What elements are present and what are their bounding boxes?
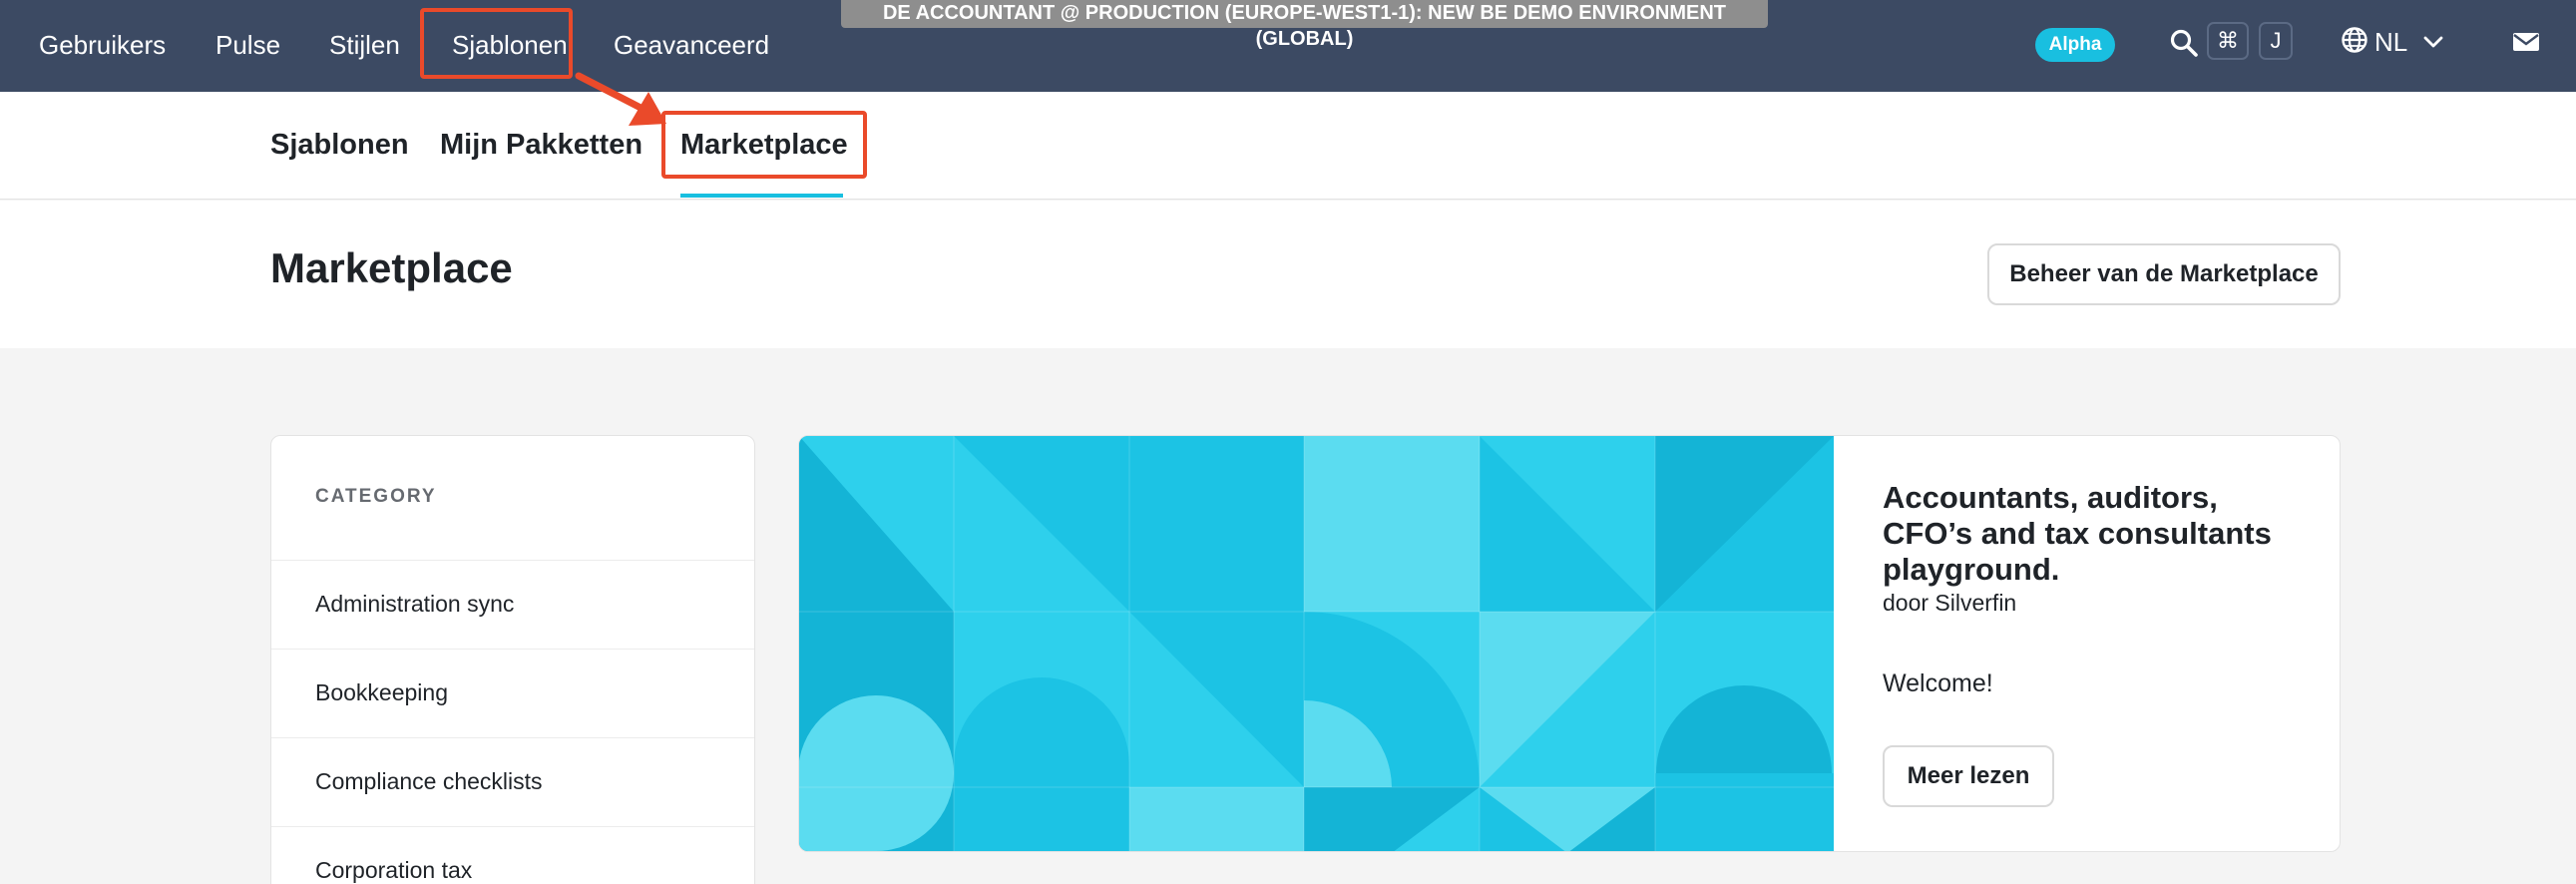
category-item-label: Bookkeeping xyxy=(315,679,448,705)
category-item-corporation-tax[interactable]: Corporation tax xyxy=(271,826,754,884)
category-item-bookkeeping[interactable]: Bookkeeping xyxy=(271,649,754,737)
tab-sjablonen[interactable]: Sjablonen xyxy=(270,92,409,198)
active-tab-indicator xyxy=(680,194,843,198)
top-navigation: Gebruikers Pulse Stijlen Sjablonen Geava… xyxy=(0,0,2576,92)
category-item-label: Administration sync xyxy=(315,591,515,617)
category-item-administration-sync[interactable]: Administration sync xyxy=(271,560,754,649)
alpha-badge: Alpha xyxy=(2035,28,2115,62)
nav-item-gebruikers[interactable]: Gebruikers xyxy=(39,0,166,92)
highlight-box-sjablonen xyxy=(420,8,573,79)
chevron-down-icon[interactable] xyxy=(2422,31,2444,53)
shortcut-key-j: J xyxy=(2259,22,2293,60)
nav-item-pulse[interactable]: Pulse xyxy=(215,0,280,92)
category-item-label: Corporation tax xyxy=(315,857,473,883)
mail-icon[interactable] xyxy=(2512,30,2540,54)
feature-author: door Silverfin xyxy=(1883,590,2017,616)
language-selector[interactable]: NL xyxy=(2374,0,2407,84)
feature-description: Welcome! xyxy=(1883,669,1993,697)
category-item-label: Compliance checklists xyxy=(315,768,543,794)
feature-banner-pattern xyxy=(799,436,1834,851)
featured-package-card[interactable]: Accountants, auditors, CFO’s and tax con… xyxy=(798,435,2341,852)
page-title: Marketplace xyxy=(270,244,513,291)
arrow-icon xyxy=(575,72,666,126)
globe-icon[interactable] xyxy=(2341,26,2368,54)
category-heading: CATEGORY xyxy=(315,486,437,507)
environment-banner: DE ACCOUNTANT @ PRODUCTION (EUROPE-WEST1… xyxy=(841,0,1768,50)
read-more-button[interactable]: Meer lezen xyxy=(1883,745,2054,807)
shortcut-key-command: ⌘ xyxy=(2207,22,2249,60)
manage-marketplace-button[interactable]: Beheer van de Marketplace xyxy=(1987,243,2341,305)
feature-title: Accountants, auditors, CFO’s and tax con… xyxy=(1883,480,2272,587)
category-item-compliance-checklists[interactable]: Compliance checklists xyxy=(271,737,754,826)
sub-navigation: Sjablonen Mijn Pakketten Marketplace xyxy=(0,92,2576,200)
highlight-box-marketplace xyxy=(661,111,867,179)
category-sidebar: CATEGORY Administration sync Bookkeeping… xyxy=(270,435,755,884)
search-icon[interactable] xyxy=(2169,28,2199,58)
nav-item-stijlen[interactable]: Stijlen xyxy=(329,0,400,92)
